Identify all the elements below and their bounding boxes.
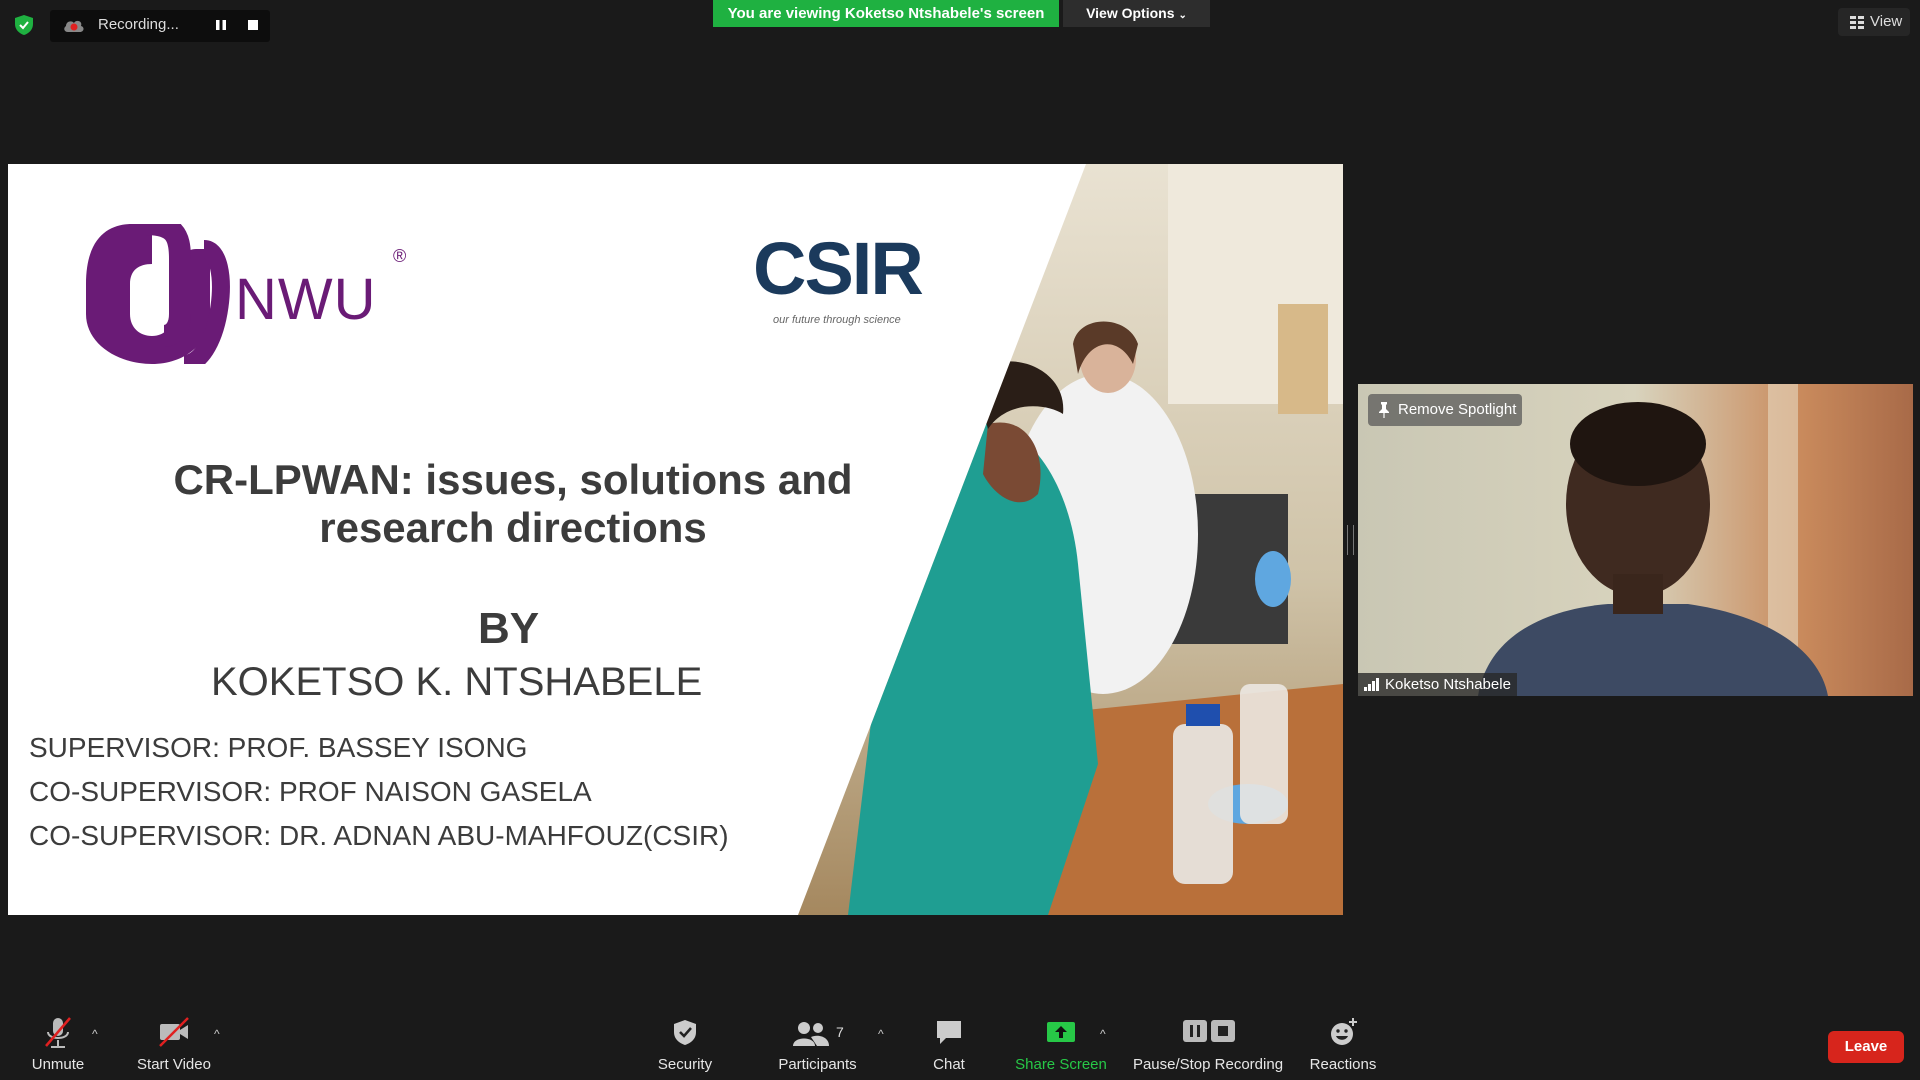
microphone-muted-icon [45,1017,71,1048]
participants-count: 7 [836,1024,844,1040]
pause-stop-recording-label: Pause/Stop Recording [1132,1056,1284,1073]
video-camera-off-icon [159,1017,189,1047]
participant-name-tag: Koketso Ntshabele [1358,673,1517,696]
nwu-logo-text: NWU [235,267,377,332]
pin-icon [1379,402,1389,418]
csir-logo-text: CSIR [753,227,924,310]
slide-author: KOKETSO K. NTSHABELE [211,660,703,704]
remove-spotlight-button[interactable]: Remove Spotlight [1368,394,1522,426]
audio-options-chevron-icon[interactable]: ^ [92,1027,98,1041]
stop-recording-icon[interactable] [245,17,261,33]
reactions-button[interactable]: Reactions [1303,1012,1383,1073]
unmute-label: Unmute [31,1056,85,1073]
view-options-label: View Options [1086,5,1175,21]
participants-icon [793,1022,829,1046]
view-options-button[interactable]: View Options ⌄ [1063,0,1210,27]
smiley-reaction-icon [1331,1018,1357,1045]
co-supervisor-line: CO-SUPERVISOR: PROF NAISON GASELA [29,776,592,807]
participants-options-chevron-icon[interactable]: ^ [878,1027,884,1041]
view-button[interactable]: View [1838,8,1910,36]
shared-screen-slide: NWU ® CSIR our future through science CR… [8,164,1343,915]
video-options-chevron-icon[interactable]: ^ [214,1027,220,1041]
recording-label: Recording... [98,16,179,33]
participants-label: Participants [778,1056,857,1073]
security-shield-icon[interactable] [12,13,36,37]
remove-spotlight-label: Remove Spotlight [1398,401,1517,418]
panel-splitter-handle[interactable] [1347,525,1354,555]
pause-stop-recording-button[interactable]: Pause/Stop Recording [1128,1012,1288,1073]
slide-by-label: BY [478,604,540,653]
pause-stop-icon [1183,1020,1235,1042]
chevron-down-icon: ⌄ [1178,10,1187,21]
share-screen-button[interactable]: Share Screen [1011,1012,1111,1073]
chat-button[interactable]: Chat [925,1012,973,1073]
chat-bubble-icon [937,1021,961,1044]
share-screen-label: Share Screen [1015,1056,1107,1073]
leave-button[interactable]: Leave [1828,1031,1904,1063]
participant-name: Koketso Ntshabele [1385,676,1511,693]
slide-title: CR-LPWAN: issues, solutions and research… [173,456,853,551]
signal-strength-icon [1364,678,1379,691]
security-button[interactable]: Security [645,1012,725,1073]
start-video-label: Start Video [137,1056,211,1073]
viewing-screen-banner: You are viewing Koketso Ntshabele's scre… [713,0,1059,27]
recording-cloud-icon [64,20,84,32]
registered-mark: ® [393,246,407,266]
view-label: View [1870,13,1903,30]
share-options-chevron-icon[interactable]: ^ [1100,1027,1106,1041]
co-supervisor-line: CO-SUPERVISOR: DR. ADNAN ABU-MAHFOUZ(CSI… [29,820,729,851]
start-video-button[interactable]: Start Video [128,1012,220,1073]
participant-video[interactable] [1358,384,1913,696]
grid-view-icon [1850,16,1864,29]
share-screen-arrow-icon [1047,1022,1075,1042]
pause-recording-icon[interactable] [213,17,229,33]
supervisor-line: SUPERVISOR: PROF. BASSEY ISONG [29,732,528,763]
security-label: Security [657,1056,713,1073]
chat-label: Chat [933,1056,965,1073]
reactions-label: Reactions [1309,1056,1377,1073]
csir-tagline: our future through science [773,314,901,326]
participants-button[interactable]: 7 Participants [765,1012,870,1073]
unmute-button[interactable]: Unmute [22,1012,94,1073]
shield-icon [674,1020,696,1045]
